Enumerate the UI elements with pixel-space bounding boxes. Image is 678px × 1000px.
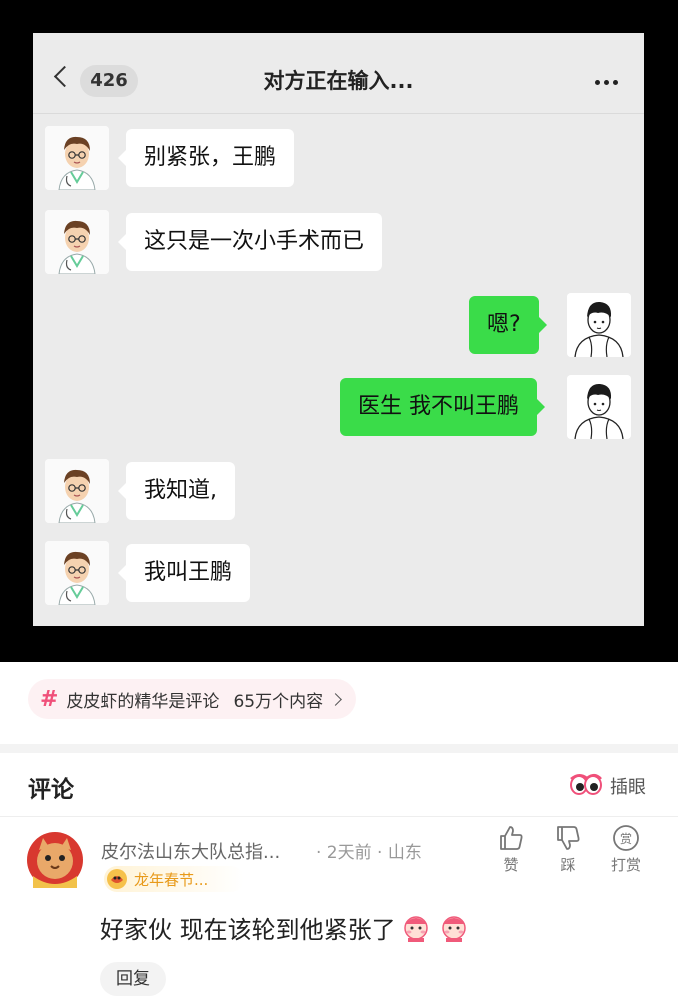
chat-header-divider (33, 113, 644, 114)
comment-text: 好家伙 现在该轮到他紧张了 (100, 910, 472, 945)
topic-tag[interactable]: # 皮皮虾的精华是评论 65万个内容 (28, 679, 357, 719)
doctor-avatar (45, 126, 109, 190)
topic-count: 65万个内容 (233, 691, 324, 712)
chat-screenshot: 426 对方正在输入... 别紧张，王鹏 这只是一次小手术而已 嗯? 医生 我不… (33, 33, 644, 626)
doctor-avatar (45, 459, 109, 523)
svg-text:赏: 赏 (620, 832, 632, 846)
chat-message: 医生 我不叫王鹏 (340, 378, 545, 436)
hash-icon: # (40, 686, 59, 712)
chat-header: 426 对方正在输入... (33, 33, 644, 113)
like-label: 赞 (503, 856, 519, 874)
comment-body: 好家伙 现在该轮到他紧张了 (100, 916, 396, 944)
badge-label: 龙年春节... (134, 870, 209, 889)
tip-button[interactable]: 赏 打赏 (606, 824, 646, 875)
thumbs-down-icon (557, 826, 580, 850)
doctor-avatar (45, 541, 109, 605)
chat-message: 别紧张，王鹏 (117, 129, 295, 187)
comments-title: 评论 (28, 777, 74, 803)
chat-screenshot-frame: 426 对方正在输入... 别紧张，王鹏 这只是一次小手术而已 嗯? 医生 我不… (0, 0, 678, 662)
dislike-label: 踩 (560, 856, 576, 874)
blush-face-icon (441, 916, 466, 942)
thumbs-up-icon (500, 826, 523, 850)
section-divider (0, 744, 678, 753)
dislike-button[interactable]: 踩 (548, 824, 588, 875)
boy-avatar (567, 293, 631, 357)
chat-message: 我知道, (118, 462, 235, 520)
tip-label: 打赏 (610, 856, 641, 874)
topic-label: 皮皮虾的精华是评论 (66, 691, 220, 712)
dragon-badge-icon (107, 869, 127, 889)
chevron-right-icon (329, 692, 342, 706)
chat-message: 我叫王鹏 (117, 544, 251, 602)
tip-icon: 赏 (613, 825, 639, 851)
eye-icon[interactable] (569, 772, 603, 796)
chat-message: 这只是一次小手术而已 (117, 213, 383, 271)
cat-avatar[interactable] (27, 832, 83, 888)
blush-face-icon (403, 916, 428, 942)
comments-header-divider (0, 816, 678, 817)
reply-button[interactable]: 回复 (100, 962, 166, 996)
comment-meta: · 2天前 · 山东 (316, 843, 422, 863)
chat-message: 嗯? (469, 296, 547, 354)
comment-username[interactable]: 皮尔法山东大队总指... (101, 838, 280, 864)
eye-label[interactable]: 插眼 (610, 773, 646, 799)
chat-title: 对方正在输入... (263, 69, 414, 93)
more-icon (595, 80, 618, 85)
doctor-avatar (45, 210, 109, 274)
like-button[interactable]: 赞 (491, 824, 531, 875)
user-badge[interactable]: 龙年春节... (104, 866, 244, 892)
boy-avatar (567, 375, 631, 439)
